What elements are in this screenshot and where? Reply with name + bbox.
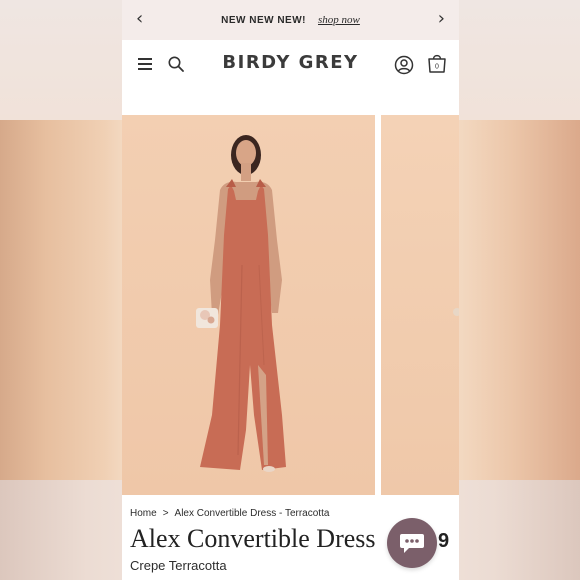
product-price: 9 <box>438 530 450 552</box>
product-photo[interactable] <box>122 115 375 495</box>
product-gallery[interactable] <box>122 115 459 495</box>
next-product-photo[interactable] <box>381 115 459 495</box>
breadcrumb: Home > Alex Convertible Dress - Terracotta <box>130 508 329 519</box>
promo-bar: ‹ NEW NEW NEW! shop now › <box>122 0 459 40</box>
chat-button[interactable] <box>387 518 437 568</box>
phone-screen: ‹ NEW NEW NEW! shop now › BIRDY GREY 0 H… <box>122 0 459 580</box>
breadcrumb-current: Alex Convertible Dress - Terracotta <box>174 508 330 519</box>
product-variant: Crepe Terracotta <box>130 558 227 573</box>
shopping-bag-icon[interactable]: 0 <box>426 52 448 74</box>
bag-count: 0 <box>435 64 439 71</box>
model-in-dress-image <box>196 135 286 472</box>
breadcrumb-separator: > <box>162 508 169 519</box>
next-photo-preview-image <box>453 308 459 316</box>
site-header: BIRDY GREY 0 <box>122 40 459 115</box>
shop-now-link[interactable]: shop now <box>318 14 360 26</box>
account-icon[interactable] <box>394 55 414 75</box>
chevron-left-icon[interactable]: ‹ <box>136 9 143 29</box>
chat-bubble-icon <box>400 534 424 553</box>
product-title: Alex Convertible Dress <box>130 524 376 553</box>
breadcrumb-home[interactable]: Home <box>130 508 157 519</box>
promo-text: NEW NEW NEW! <box>221 14 306 26</box>
chevron-right-icon[interactable]: › <box>438 9 445 29</box>
